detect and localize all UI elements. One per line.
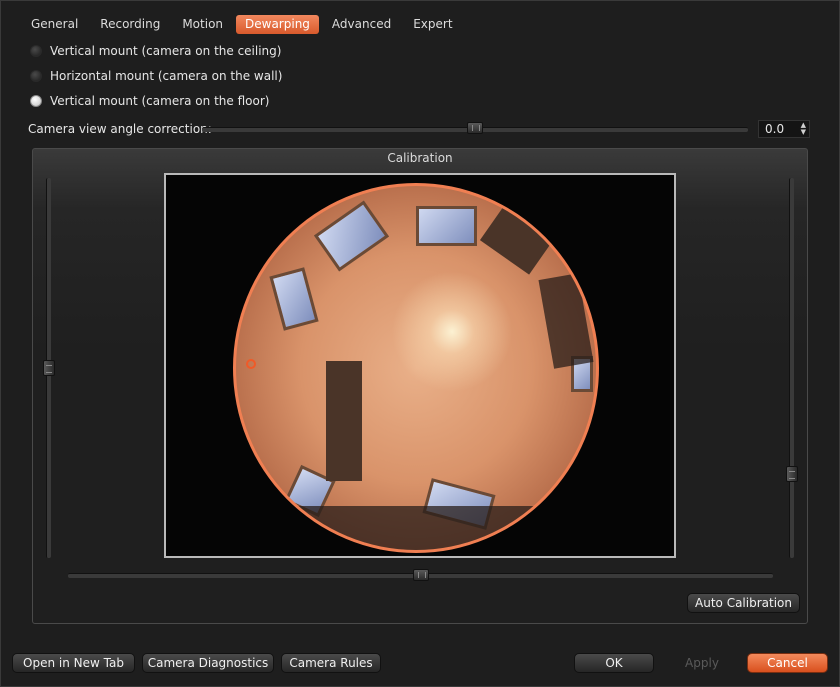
mount-option-label: Vertical mount (camera on the floor) [50,94,270,108]
tab-motion[interactable]: Motion [173,15,232,34]
cancel-button[interactable]: Cancel [747,653,828,673]
angle-correction-spinbox[interactable]: 0.0 ▲ ▼ [758,120,810,138]
fisheye-calibration-circle[interactable] [233,183,599,553]
right-vertical-slider-handle[interactable] [786,466,798,483]
fisheye-image-detail [416,206,477,246]
open-in-new-tab-button[interactable]: Open in New Tab [12,653,135,673]
angle-correction-label: Camera view angle correction: [28,122,212,136]
calibration-horizontal-slider-handle[interactable] [412,569,429,581]
tab-advanced[interactable]: Advanced [323,15,400,34]
angle-correction-value: 0.0 [765,122,785,136]
calibration-title: Calibration [387,151,453,165]
angle-correction-slider-handle[interactable] [467,122,483,134]
mount-option-label: Horizontal mount (camera on the wall) [50,69,283,83]
calibration-center-marker[interactable] [246,359,256,369]
fisheye-image-detail [236,506,596,550]
fisheye-image-detail [538,273,594,369]
tab-expert[interactable]: Expert [404,15,461,34]
radio-button[interactable] [30,45,42,57]
mount-option-wall[interactable]: Horizontal mount (camera on the wall) [30,67,282,85]
tab-dewarping[interactable]: Dewarping [236,15,319,34]
radio-button[interactable] [30,70,42,82]
tab-recording[interactable]: Recording [91,15,169,34]
fisheye-image-detail [326,361,362,481]
fisheye-image-detail [269,267,319,331]
fisheye-preview[interactable] [164,173,676,558]
ok-button[interactable]: OK [574,653,654,673]
mount-option-label: Vertical mount (camera on the ceiling) [50,44,282,58]
fisheye-image-detail [313,200,390,272]
auto-calibration-button[interactable]: Auto Calibration [687,593,800,613]
fisheye-image-detail [479,207,553,275]
tab-bar: General Recording Motion Dewarping Advan… [22,15,462,34]
tab-general[interactable]: General [22,15,87,34]
left-vertical-slider-handle[interactable] [43,360,55,376]
mount-option-ceiling[interactable]: Vertical mount (camera on the ceiling) [30,42,281,60]
mount-option-floor[interactable]: Vertical mount (camera on the floor) [30,92,269,110]
right-vertical-slider[interactable] [789,178,794,558]
apply-button[interactable]: Apply [662,653,742,673]
radio-button-checked[interactable] [30,95,42,107]
camera-rules-button[interactable]: Camera Rules [281,653,381,673]
camera-diagnostics-button[interactable]: Camera Diagnostics [142,653,274,673]
spin-down-icon[interactable]: ▼ [801,129,806,136]
